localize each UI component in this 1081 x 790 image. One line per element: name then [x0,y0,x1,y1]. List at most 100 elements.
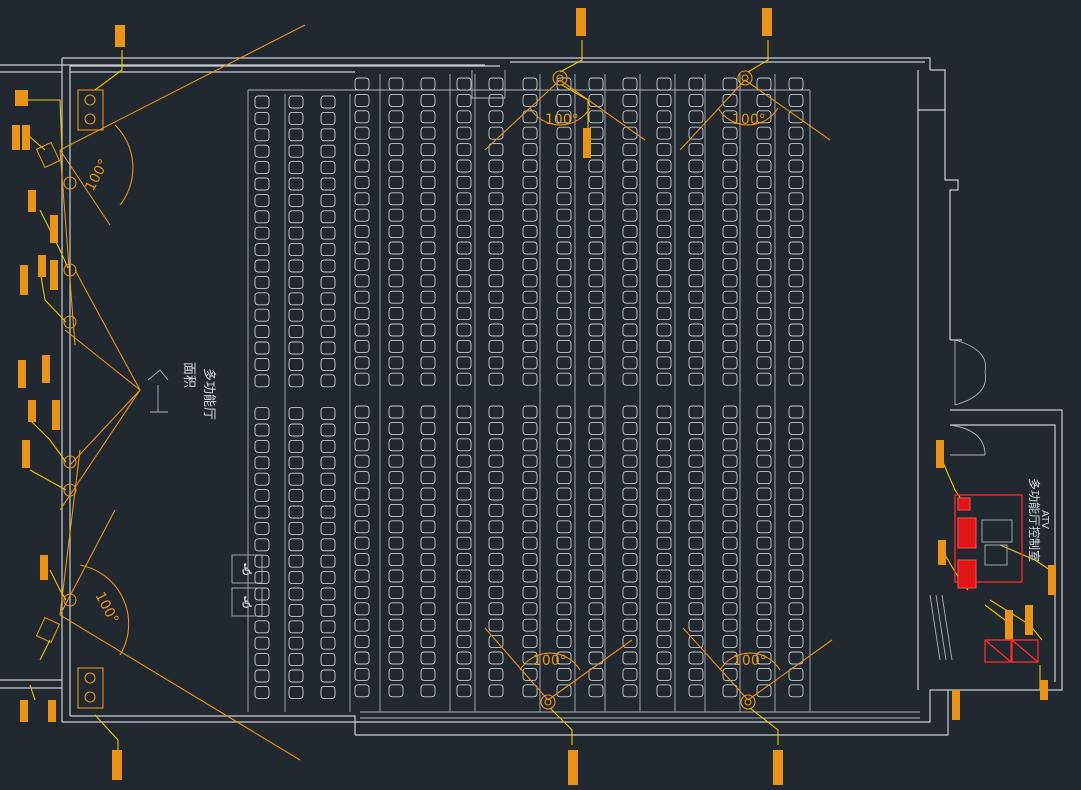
seat [788,405,804,419]
seat [420,503,436,517]
seat [622,372,638,386]
seat [522,225,538,239]
seat [488,126,504,140]
seat [656,602,672,616]
seat [254,505,270,519]
seat [722,323,738,337]
seat [756,274,772,288]
seat [556,241,572,255]
device-tag [762,8,772,36]
seat [420,553,436,567]
seat [688,438,704,452]
seat [722,684,738,698]
seat [254,472,270,486]
device-tag [20,90,28,106]
seat [722,635,738,649]
seat [488,602,504,616]
camera-icon [540,694,556,710]
seat [622,421,638,435]
seat [320,620,336,634]
seat [556,126,572,140]
seat [656,585,672,599]
seat [320,226,336,240]
seat [354,438,370,452]
seat [688,585,704,599]
seat [456,143,472,157]
seat [288,407,304,421]
seat [420,405,436,419]
seat [556,339,572,353]
seat [456,241,472,255]
seat [722,175,738,189]
seat [420,536,436,550]
seat [288,111,304,125]
seat [788,487,804,501]
seat [254,243,270,257]
seat [622,684,638,698]
seat [688,405,704,419]
seat [320,472,336,486]
seat [788,126,804,140]
seat [656,356,672,370]
seat [556,585,572,599]
seat [456,454,472,468]
seat [254,521,270,535]
seat [756,175,772,189]
seat [254,144,270,158]
seat [656,192,672,206]
seat [656,520,672,534]
seat [488,487,504,501]
seat [622,225,638,239]
seat [688,225,704,239]
seat [488,421,504,435]
seat [288,620,304,634]
seat [556,421,572,435]
seat [588,126,604,140]
seat [388,356,404,370]
seat [254,210,270,224]
seat [254,325,270,339]
seat [388,569,404,583]
seat [488,667,504,681]
seat [756,192,772,206]
seat [354,93,370,107]
seat [288,292,304,306]
seat [420,438,436,452]
seat [288,571,304,585]
seat [456,339,472,353]
seat [722,421,738,435]
seat [354,192,370,206]
seat [354,651,370,665]
seat [788,192,804,206]
seat [556,192,572,206]
seat [788,225,804,239]
seat [656,651,672,665]
seat [588,241,604,255]
seat [688,93,704,107]
seat [456,323,472,337]
seat [556,405,572,419]
seat [488,618,504,632]
device-tag [50,215,58,243]
seat [788,471,804,485]
seat [288,456,304,470]
seat [388,225,404,239]
seat [656,274,672,288]
seat [320,489,336,503]
seat [388,93,404,107]
seat [522,684,538,698]
seat [588,290,604,304]
device-tag [28,190,36,212]
seat [420,110,436,124]
seat [788,618,804,632]
seat [388,241,404,255]
seat [556,225,572,239]
seat [420,257,436,271]
seat [488,208,504,222]
seat [388,77,404,91]
seat [388,110,404,124]
seat [522,93,538,107]
seat [622,175,638,189]
seat [656,208,672,222]
seat [420,290,436,304]
